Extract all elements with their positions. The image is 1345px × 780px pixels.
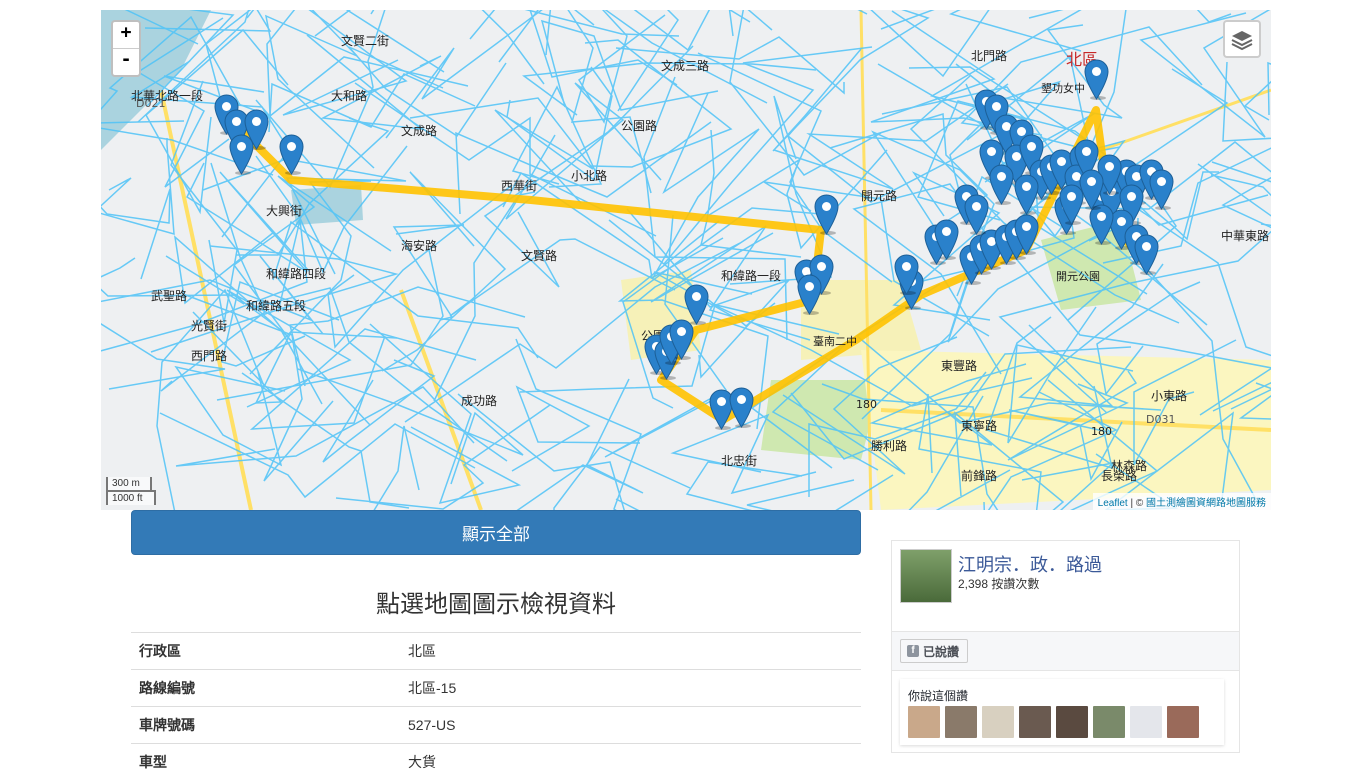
row-value: 北區 [400,633,861,670]
facebook-icon: f [907,645,919,657]
tile-source-link[interactable]: 國土測繪圖資網路地圖服務 [1146,498,1266,509]
table-row: 路線編號北區-15 [131,670,861,707]
friend-avatar[interactable] [945,706,977,738]
marker-icon[interactable] [1089,204,1114,245]
row-value: 大貨 [400,744,861,780]
road-label: 和緯路一段 [721,268,781,283]
road-label: 光賢街 [191,319,227,333]
friend-avatar[interactable] [1167,706,1199,738]
map[interactable]: 北華北路一段文賢二街文成三路大和路文成路大興街和緯路四段武聖路和緯路五段西門路光… [101,10,1271,510]
road-label: 中華東路 [1221,228,1269,243]
road-label: 東寧路 [961,418,997,433]
road-label: 小北路 [571,168,607,183]
road-label: 勝利路 [871,438,907,453]
zoom-in-button[interactable]: + [113,22,139,48]
friend-avatar[interactable] [982,706,1014,738]
table-row: 行政區北區 [131,633,861,670]
page-name-link[interactable]: 江明宗．政．路過 [958,551,1102,577]
page-avatar[interactable] [900,549,952,603]
friend-avatar[interactable] [1130,706,1162,738]
marker-icon[interactable] [797,274,822,315]
road-label: 公園路 [621,118,657,133]
road-label: 北門路 [971,48,1007,63]
map-label: D021 [136,97,165,110]
friends-box: 你說這個讚 [900,679,1224,745]
friend-avatar[interactable] [908,706,940,738]
zoom-out-button[interactable]: - [113,48,139,75]
marker-icon[interactable] [814,194,839,235]
facebook-page-plugin: 江明宗．政．路過 2,398 按讚次數 f 已說讚 你說這個讚 [891,540,1240,753]
map-label: 墾功女中 [1041,81,1085,95]
attribution-separator: | © [1128,498,1146,509]
friend-avatar[interactable] [1056,706,1088,738]
zoom-control: + - [111,20,141,77]
layers-button[interactable] [1223,20,1261,58]
road-label: 海安路 [401,238,437,253]
row-value: 527-US [400,707,861,744]
row-value: 北區-15 [400,670,861,707]
marker-icon[interactable] [279,134,304,175]
friend-avatars [908,706,1199,738]
road-label: 西門路 [191,348,227,363]
fb-header: 江明宗．政．路過 2,398 按讚次數 [892,541,1239,632]
road-label: 西華街 [501,179,537,193]
map-label: 180 [1091,425,1112,438]
leaflet-link[interactable]: Leaflet [1098,498,1128,509]
row-key: 車型 [131,744,400,780]
marker-icon[interactable] [894,254,919,295]
marker-icon[interactable] [934,219,959,260]
liked-label: 已說讚 [923,643,959,660]
road-label: 前鋒路 [961,468,997,483]
marker-icon[interactable] [964,194,989,235]
marker-icon[interactable] [989,164,1014,205]
marker-icon[interactable] [1134,234,1159,275]
table-row: 車牌號碼527-US [131,707,861,744]
map-label: D031 [1146,413,1175,426]
road-label: 和緯路五段 [246,298,306,313]
road-label: 文賢路 [521,248,557,263]
road-label: 大興街 [266,204,302,218]
layers-icon [1230,27,1254,51]
friends-label: 你說這個讚 [908,687,968,704]
liked-button[interactable]: f 已說讚 [900,639,968,663]
show-all-button[interactable]: 顯示全部 [131,510,861,555]
map-label: 臺南二中 [813,334,857,348]
road-label: 文成三路 [661,58,709,73]
road-label: 開元路 [861,188,897,203]
road-label: 北忠街 [721,454,757,468]
road-label: 東豐路 [941,358,977,373]
map-label: 開元公園 [1056,270,1100,283]
road-label: 文賢二街 [341,33,389,48]
marker-icon[interactable] [1014,214,1039,255]
road-label: 成功路 [461,393,497,408]
marker-icon[interactable] [1079,169,1104,210]
fb-actions: f 已說讚 [892,632,1239,671]
row-key: 行政區 [131,633,400,670]
marker-icon[interactable] [229,134,254,175]
map-label: 180 [856,398,877,411]
road-label: 長榮路 [1101,468,1137,483]
like-count: 2,398 按讚次數 [958,575,1039,592]
map-attribution: Leaflet | © 國土測繪圖資網路地圖服務 [1093,493,1271,510]
road-label: 小東路 [1151,388,1187,403]
scale-imperial: 1000 ft [106,490,156,505]
row-key: 路線編號 [131,670,400,707]
road-label: 和緯路四段 [266,266,326,281]
marker-icon[interactable] [729,387,754,428]
table-row: 車型大貨 [131,744,861,780]
friend-avatar[interactable] [1019,706,1051,738]
marker-icon[interactable] [1084,59,1109,100]
road-label: 文成路 [401,123,437,138]
scale-bar: 300 m 1000 ft [106,477,156,505]
marker-icon[interactable] [669,319,694,360]
info-title: 點選地圖圖示檢視資料 [131,584,861,619]
info-table: 行政區北區 路線編號北區-15 車牌號碼527-US 車型大貨 [131,632,861,780]
friend-avatar[interactable] [1093,706,1125,738]
row-key: 車牌號碼 [131,707,400,744]
marker-icon[interactable] [1014,174,1039,215]
road-label: 武聖路 [151,288,187,303]
road-label: 大和路 [331,88,367,103]
marker-icon[interactable] [1149,169,1174,210]
